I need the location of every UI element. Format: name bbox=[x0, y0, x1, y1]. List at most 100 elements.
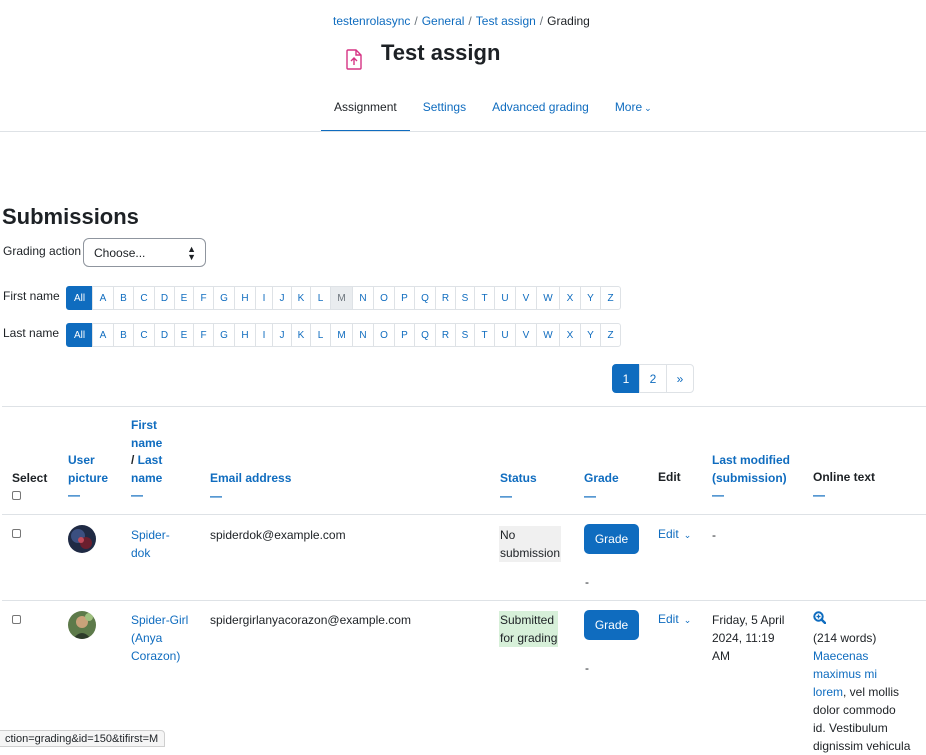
last-name-initial-f[interactable]: F bbox=[193, 323, 214, 347]
last-name-initial-m[interactable]: M bbox=[330, 323, 353, 347]
grading-action-select[interactable]: Choose... ▲ ▼ bbox=[83, 238, 206, 267]
tab-more[interactable]: More ⌄ bbox=[602, 88, 665, 132]
first-name-initial-all[interactable]: All bbox=[66, 286, 93, 310]
column-header-last-modified[interactable]: Last modified (submission) — bbox=[712, 452, 790, 505]
first-name-initial-y[interactable]: Y bbox=[580, 286, 601, 310]
first-name-initial-v[interactable]: V bbox=[515, 286, 537, 310]
last-name-initial-a[interactable]: A bbox=[92, 323, 114, 347]
email-cell: spiderdok@example.com bbox=[210, 528, 346, 542]
row-select-checkbox[interactable] bbox=[12, 615, 21, 624]
online-text-link-line3: lorem bbox=[813, 685, 844, 699]
last-name-initial-t[interactable]: T bbox=[474, 323, 495, 347]
sort-indicator-icon[interactable]: — bbox=[813, 487, 875, 505]
user-name-link[interactable]: Spider-Girl (Anya Corazon) bbox=[131, 611, 188, 665]
last-name-initial-q[interactable]: Q bbox=[414, 323, 436, 347]
first-name-initial-o[interactable]: O bbox=[373, 286, 395, 310]
last-name-initial-n[interactable]: N bbox=[352, 323, 374, 347]
avatar[interactable] bbox=[68, 525, 96, 553]
first-name-initial-u[interactable]: U bbox=[494, 286, 516, 310]
last-name-initial-u[interactable]: U bbox=[494, 323, 516, 347]
first-name-initial-g[interactable]: G bbox=[213, 286, 235, 310]
first-name-initial-h[interactable]: H bbox=[234, 286, 256, 310]
last-name-initial-s[interactable]: S bbox=[455, 323, 475, 347]
last-name-initial-b[interactable]: B bbox=[113, 323, 134, 347]
first-name-initial-p[interactable]: P bbox=[394, 286, 415, 310]
edit-menu-link[interactable]: Edit ⌄ bbox=[658, 612, 691, 626]
last-name-initial-o[interactable]: O bbox=[373, 323, 395, 347]
first-name-initial-a[interactable]: A bbox=[92, 286, 114, 310]
first-name-initial-f[interactable]: F bbox=[193, 286, 214, 310]
first-name-initial-x[interactable]: X bbox=[559, 286, 581, 310]
sort-first-name-link[interactable]: First name bbox=[131, 418, 162, 450]
last-name-initial-e[interactable]: E bbox=[174, 323, 194, 347]
first-name-initial-z[interactable]: Z bbox=[600, 286, 621, 310]
last-name-initial-w[interactable]: W bbox=[536, 323, 560, 347]
last-name-initial-x[interactable]: X bbox=[559, 323, 581, 347]
last-name-initial-r[interactable]: R bbox=[435, 323, 456, 347]
last-name-initial-l[interactable]: L bbox=[310, 323, 331, 347]
first-name-initial-i[interactable]: I bbox=[255, 286, 273, 310]
user-name-link[interactable]: Spider- dok bbox=[131, 526, 170, 562]
select-all-checkbox[interactable] bbox=[12, 491, 21, 500]
last-name-initial-d[interactable]: D bbox=[154, 323, 175, 347]
zoom-in-icon[interactable] bbox=[813, 611, 827, 625]
edit-menu-link[interactable]: Edit ⌄ bbox=[658, 527, 691, 541]
online-text-body-line4: dignissim vehicula bbox=[813, 739, 911, 753]
pagination: 1 2 » bbox=[612, 364, 694, 393]
first-name-initial-k[interactable]: K bbox=[291, 286, 311, 310]
status-line2: for grading bbox=[500, 631, 558, 645]
last-modified-line2: 2024, 11:19 bbox=[712, 631, 775, 645]
last-name-initial-v[interactable]: V bbox=[515, 323, 537, 347]
first-name-filter-label: First name bbox=[3, 289, 60, 303]
table-top-border bbox=[2, 406, 926, 407]
first-name-initial-b[interactable]: B bbox=[113, 286, 134, 310]
first-name-initial-m[interactable]: M bbox=[330, 286, 353, 310]
first-name-initial-q[interactable]: Q bbox=[414, 286, 436, 310]
tab-assignment[interactable]: Assignment bbox=[321, 88, 410, 132]
column-header-name: First name / Last name — bbox=[131, 417, 162, 505]
first-name-initial-n[interactable]: N bbox=[352, 286, 374, 310]
last-modified-header-line2: (submission) bbox=[712, 470, 787, 485]
column-header-status[interactable]: Status — bbox=[500, 470, 537, 505]
sort-indicator-icon: — bbox=[68, 488, 80, 502]
last-name-initial-c[interactable]: C bbox=[133, 323, 155, 347]
column-header-grade[interactable]: Grade — bbox=[584, 470, 619, 505]
first-name-initial-t[interactable]: T bbox=[474, 286, 495, 310]
first-name-initial-r[interactable]: R bbox=[435, 286, 456, 310]
first-name-initial-w[interactable]: W bbox=[536, 286, 560, 310]
tab-settings[interactable]: Settings bbox=[410, 88, 479, 132]
submissions-heading: Submissions bbox=[2, 204, 139, 229]
breadcrumb-section[interactable]: General bbox=[422, 14, 465, 28]
last-name-initial-g[interactable]: G bbox=[213, 323, 235, 347]
last-name-initial-all[interactable]: All bbox=[66, 323, 93, 347]
first-name-initial-d[interactable]: D bbox=[154, 286, 175, 310]
page-1-link[interactable]: 1 bbox=[612, 364, 640, 393]
last-name-initial-h[interactable]: H bbox=[234, 323, 256, 347]
first-name-initial-e[interactable]: E bbox=[174, 286, 194, 310]
column-header-email[interactable]: Email address — bbox=[210, 470, 291, 505]
column-header-user-picture[interactable]: User picture — bbox=[68, 452, 108, 505]
grade-button[interactable]: Grade bbox=[584, 524, 639, 554]
first-name-header-line1: First bbox=[131, 418, 158, 432]
last-name-initial-y[interactable]: Y bbox=[580, 323, 601, 347]
last-name-header-line2: name bbox=[131, 470, 163, 485]
next-page-link[interactable]: » bbox=[666, 364, 694, 393]
last-name-initial-k[interactable]: K bbox=[291, 323, 311, 347]
last-name-initial-j[interactable]: J bbox=[272, 323, 292, 347]
first-name-initial-s[interactable]: S bbox=[455, 286, 475, 310]
avatar[interactable] bbox=[68, 611, 96, 639]
tab-advanced-grading[interactable]: Advanced grading bbox=[479, 88, 602, 132]
breadcrumb-course[interactable]: testenrolasync bbox=[333, 14, 410, 28]
first-name-initial-l[interactable]: L bbox=[310, 286, 331, 310]
last-name-initial-p[interactable]: P bbox=[394, 323, 415, 347]
last-name-initial-i[interactable]: I bbox=[255, 323, 273, 347]
breadcrumb-activity[interactable]: Test assign bbox=[476, 14, 536, 28]
first-name-initial-c[interactable]: C bbox=[133, 286, 155, 310]
row-select-checkbox[interactable] bbox=[12, 529, 21, 538]
table-row-border bbox=[2, 600, 926, 601]
page-2-link[interactable]: 2 bbox=[639, 364, 667, 393]
last-name-initial-z[interactable]: Z bbox=[600, 323, 621, 347]
first-name-initial-j[interactable]: J bbox=[272, 286, 292, 310]
grade-button[interactable]: Grade bbox=[584, 610, 639, 640]
sort-indicator-icon: — bbox=[712, 488, 724, 502]
